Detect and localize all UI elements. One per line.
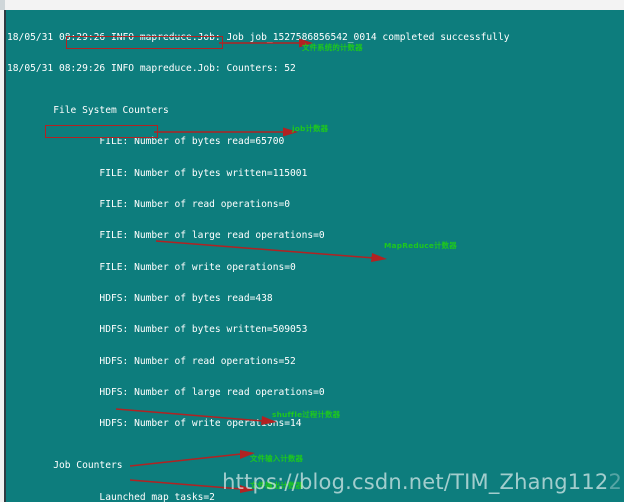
counter-entry: FILE: Number of bytes written=115001 [7, 167, 308, 179]
counter-entry: FILE: Number of write operations=0 [7, 261, 296, 273]
annotation-label-job-counters: job计数器 [292, 124, 329, 133]
counter-entry: HDFS: Number of bytes written=509053 [7, 324, 308, 336]
screenshot-root: 18/05/31 08:29:26 INFO mapreduce.Job: Jo… [0, 0, 624, 502]
counter-entry: FILE: Number of bytes read=65700 [7, 136, 285, 148]
log-line: 18/05/31 08:29:26 INFO mapreduce.Job: Co… [7, 63, 296, 75]
annotation-label-shuffle: shuffle过程计数器 [272, 410, 341, 419]
annotation-label-file-input: 文件输入计数器 [250, 454, 304, 463]
counter-entry: HDFS: Number of read operations=52 [7, 355, 296, 367]
terminal-console-output: 18/05/31 08:29:26 INFO mapreduce.Job: Jo… [7, 12, 623, 502]
watermark-text: https://blog.csdn.net/TIM_Zhang112 [222, 470, 609, 494]
counter-entry: FILE: Number of large read operations=0 [7, 230, 325, 242]
watermark-text-faded: 2 [608, 470, 622, 494]
counter-entry: FILE: Number of read operations=0 [7, 199, 291, 211]
annotation-label-file-system: 文件系统的计数器 [302, 43, 363, 52]
window-top-left-edge [0, 0, 5, 10]
counter-entry: HDFS: Number of bytes read=438 [7, 293, 273, 305]
counter-entry: HDFS: Number of write operations=14 [7, 418, 302, 430]
section-title-file-system-counters: File System Counters [7, 105, 169, 117]
counter-entry: HDFS: Number of large read operations=0 [7, 387, 325, 399]
annotation-label-map-reduce: MapReduce计数器 [384, 241, 457, 250]
counter-entry: Launched map tasks=2 [7, 491, 215, 502]
watermark: https://blog.csdn.net/TIM_Zhang1122 [222, 470, 622, 494]
window-top-strip [0, 0, 624, 10]
terminal-window[interactable]: 18/05/31 08:29:26 INFO mapreduce.Job: Jo… [4, 10, 624, 502]
